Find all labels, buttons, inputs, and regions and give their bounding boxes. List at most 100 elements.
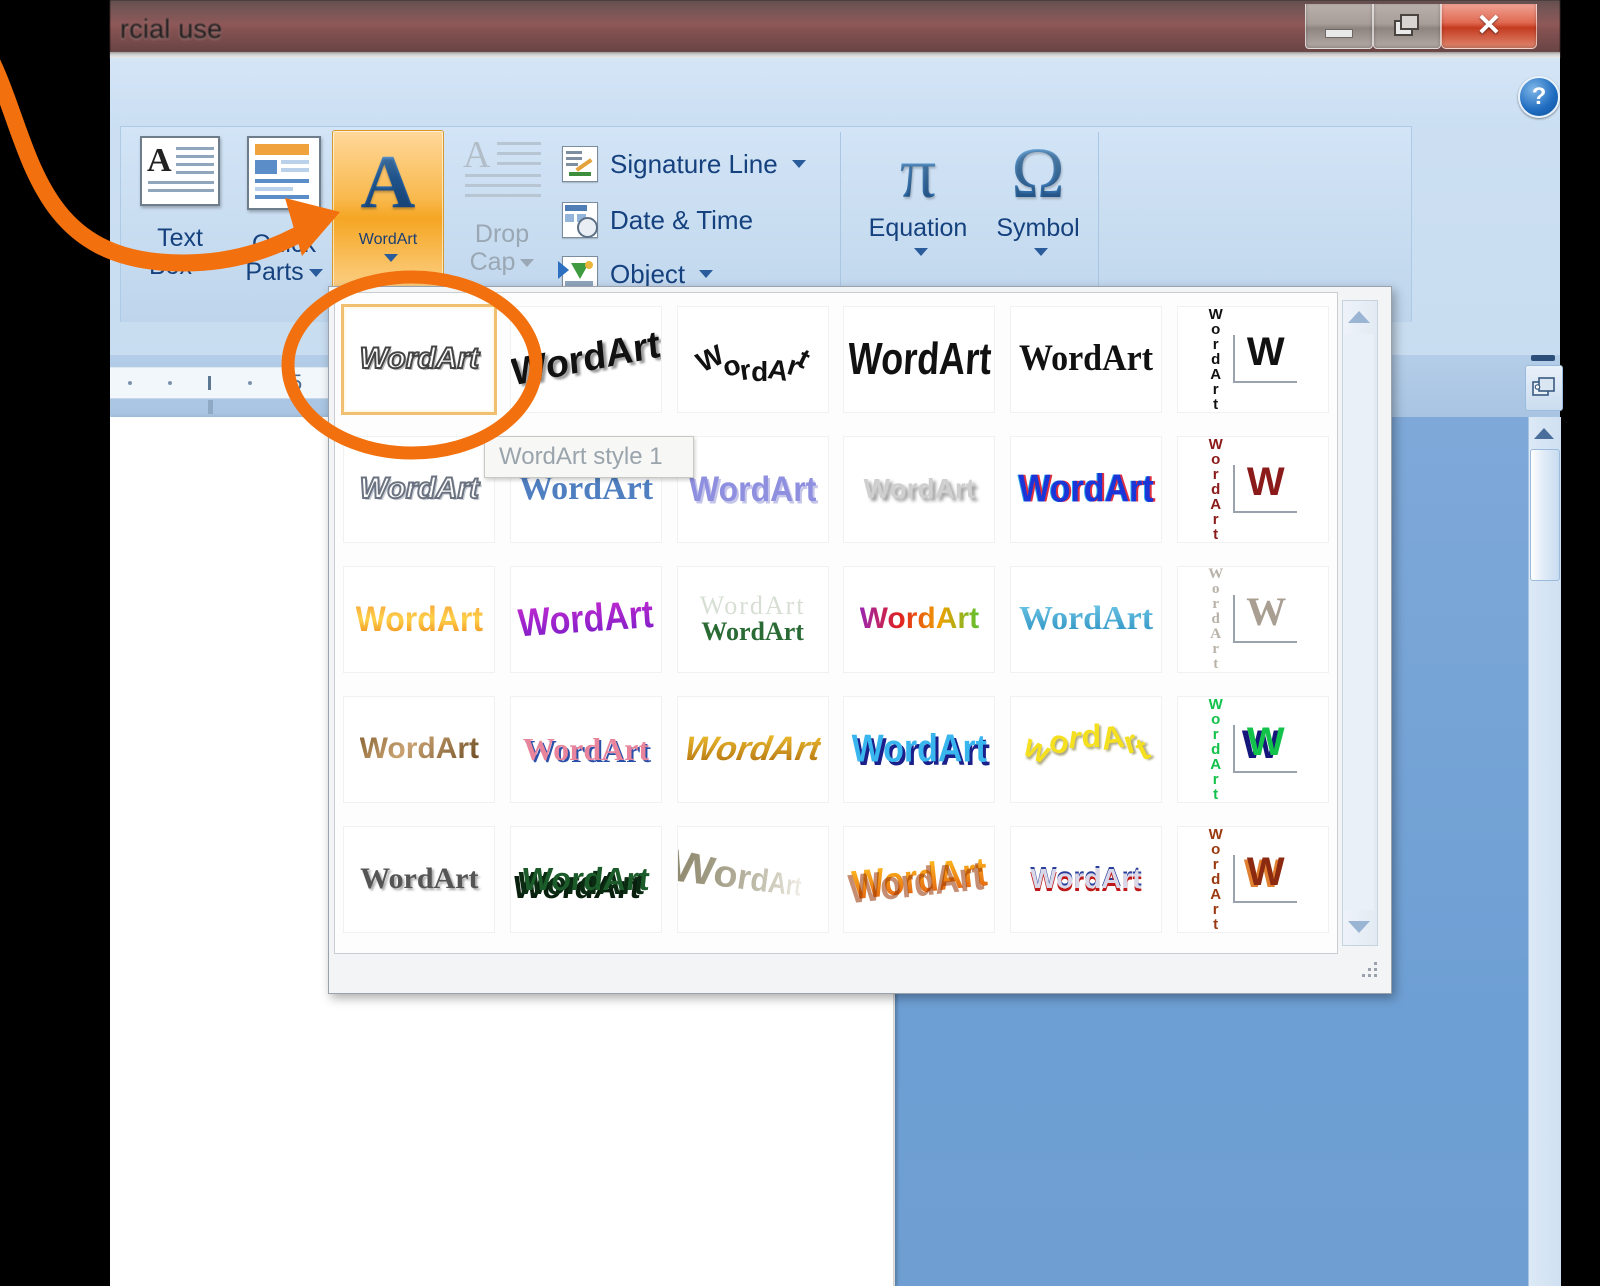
- wordart-style-18[interactable]: WordArt W: [1169, 554, 1336, 684]
- scroll-top-handle[interactable]: [1531, 355, 1555, 361]
- gallery-resize-grip[interactable]: [1362, 962, 1380, 980]
- help-icon[interactable]: ?: [1518, 76, 1560, 118]
- ribbon-button-quick-parts[interactable]: Quick Parts: [232, 136, 336, 294]
- select-browse-object-icon[interactable]: [1525, 365, 1563, 411]
- wordart-swatch: WordArt: [843, 305, 996, 413]
- wordart-style-22[interactable]: WordArt: [836, 684, 1003, 814]
- wordart-style-26[interactable]: WordArt: [503, 814, 670, 944]
- ribbon-label-wordart: WordArt: [358, 231, 418, 248]
- chevron-down-icon[interactable]: [913, 247, 928, 256]
- wordart-swatch: WordArt: [510, 305, 662, 413]
- wordart-style-19[interactable]: WordArt: [336, 684, 503, 814]
- wordart-style-28[interactable]: WordArt: [836, 814, 1003, 944]
- maximize-icon: [1394, 14, 1420, 38]
- wordart-vertical-text: WordArt: [1208, 305, 1223, 413]
- command-signature-line[interactable]: Signature Line: [562, 140, 806, 188]
- wordart-style-10[interactable]: WordArt: [836, 424, 1003, 554]
- ribbon-label-equation: Equation: [868, 214, 968, 242]
- command-label-signature-line: Signature Line: [610, 148, 778, 179]
- wordart-text: WordArt: [1018, 467, 1154, 511]
- ribbon-button-drop-cap[interactable]: A Drop Cap: [450, 136, 554, 294]
- ribbon-label-text-box-2: Box: [148, 252, 193, 280]
- gallery-scrollbar-track[interactable]: [1344, 334, 1374, 910]
- wordart-vertical-preview: W: [1232, 462, 1297, 513]
- gallery-scroll-up-button[interactable]: [1344, 302, 1374, 332]
- wordart-style-3[interactable]: WordArt: [669, 294, 836, 424]
- chevron-down-icon[interactable]: [308, 269, 323, 278]
- command-date-time[interactable]: Date & Time: [562, 196, 753, 244]
- wordart-text: WordArt: [359, 732, 480, 765]
- ribbon-button-symbol[interactable]: Ω Symbol: [978, 136, 1098, 261]
- wordart-gallery-row: WordArtWordArtWordArtWordArtWordArtWordA…: [336, 814, 1336, 944]
- wordart-style-5[interactable]: WordArt: [1003, 294, 1170, 424]
- chevron-down-icon[interactable]: [383, 253, 398, 262]
- wordart-style-12[interactable]: WordArt W: [1169, 424, 1336, 554]
- chevron-down-icon[interactable]: [1033, 247, 1048, 256]
- wordart-style-24[interactable]: WordArt W: [1169, 684, 1336, 814]
- wordart-text: WordArt WordArt: [699, 591, 806, 646]
- wordart-swatch: WordArt W: [1176, 305, 1329, 413]
- signature-line-icon: [562, 146, 598, 182]
- wordart-style-21[interactable]: WordArt: [669, 684, 836, 814]
- wordart-text: WordArt: [359, 472, 480, 505]
- wordart-text: WordArt: [520, 861, 652, 897]
- wordart-style-14[interactable]: WordArt: [503, 554, 670, 684]
- wordart-style-2[interactable]: WordArt: [503, 294, 670, 424]
- scrollbar-thumb[interactable]: [1530, 449, 1560, 581]
- wordart-style-6[interactable]: WordArt W: [1169, 294, 1336, 424]
- maximize-button[interactable]: [1373, 4, 1441, 49]
- wordart-gallery-row: WordArtWordArtWordArtWordArtWordArtWordA…: [336, 554, 1336, 684]
- wordart-style-17[interactable]: WordArt: [1003, 554, 1170, 684]
- wordart-text: WordArt: [522, 731, 650, 767]
- wordart-style-30[interactable]: WordArt W: [1169, 814, 1336, 944]
- tooltip-text: WordArt style 1: [499, 443, 663, 470]
- wordart-swatch: WordArt W: [1176, 435, 1329, 543]
- wordart-vertical-text: WordArt: [1208, 825, 1223, 933]
- close-button[interactable]: ✕: [1441, 4, 1537, 49]
- wordart-style-1[interactable]: WordArt: [336, 294, 503, 424]
- wordart-swatch: wordArt: [1010, 695, 1163, 803]
- scroll-up-button[interactable]: [1530, 419, 1558, 447]
- wordart-vertical-preview: W: [1232, 332, 1297, 383]
- wordart-text: wordArt: [1018, 717, 1155, 771]
- wordart-style-11[interactable]: WordArt: [1003, 424, 1170, 554]
- text-box-icon: A: [140, 136, 220, 206]
- wordart-style-13[interactable]: WordArt: [336, 554, 503, 684]
- ribbon-button-text-box[interactable]: A Text Box: [128, 136, 232, 294]
- wordart-swatch: WordArt: [676, 435, 829, 543]
- ribbon-button-equation[interactable]: π Equation: [858, 136, 978, 261]
- minimize-button[interactable]: [1305, 4, 1373, 49]
- gallery-scroll-down-button[interactable]: [1344, 912, 1374, 942]
- wordart-swatch: WordArt W: [1176, 695, 1329, 803]
- wordart-style-25[interactable]: WordArt: [336, 814, 503, 944]
- wordart-style-20[interactable]: WordArt: [503, 684, 670, 814]
- wordart-style-29[interactable]: WordArt: [1003, 814, 1170, 944]
- drop-cap-icon: A: [463, 136, 541, 200]
- wordart-text: WordArt: [510, 323, 662, 395]
- wordart-text: WordArt: [355, 599, 484, 639]
- triangle-up-icon: [1534, 427, 1554, 439]
- wordart-vertical-preview: W: [1232, 852, 1297, 903]
- ribbon-button-wordart[interactable]: A WordArt: [332, 130, 444, 300]
- wordart-style-16[interactable]: WordArt: [836, 554, 1003, 684]
- command-label-date-time: Date & Time: [610, 204, 754, 235]
- wordart-style-27[interactable]: WordArt: [669, 814, 836, 944]
- chevron-down-icon[interactable]: [520, 259, 535, 268]
- ribbon-label-quick-parts-2: Parts: [245, 258, 304, 286]
- wordart-style-9[interactable]: WordArt: [669, 424, 836, 554]
- indent-marker[interactable]: [208, 400, 213, 414]
- wordart-text: WordArt: [859, 602, 980, 635]
- wordart-style-23[interactable]: wordArt: [1003, 684, 1170, 814]
- wordart-vertical-preview: W: [1232, 722, 1297, 773]
- wordart-gallery-row: WordArtWordArtWordArtWordArtWordArtWordA…: [336, 294, 1336, 424]
- window-title: rcial use: [120, 14, 223, 44]
- chevron-down-icon[interactable]: [791, 160, 806, 168]
- wordart-style-7[interactable]: WordArt: [336, 424, 503, 554]
- wordart-style-4[interactable]: WordArt: [836, 294, 1003, 424]
- chevron-down-icon[interactable]: [699, 270, 714, 278]
- date-time-icon: [562, 202, 598, 238]
- chevron-down-icon[interactable]: [197, 263, 212, 272]
- wordart-style-15[interactable]: WordArt WordArt: [669, 554, 836, 684]
- wordart-text: WordArt: [359, 342, 480, 375]
- pi-icon: π: [899, 133, 937, 213]
